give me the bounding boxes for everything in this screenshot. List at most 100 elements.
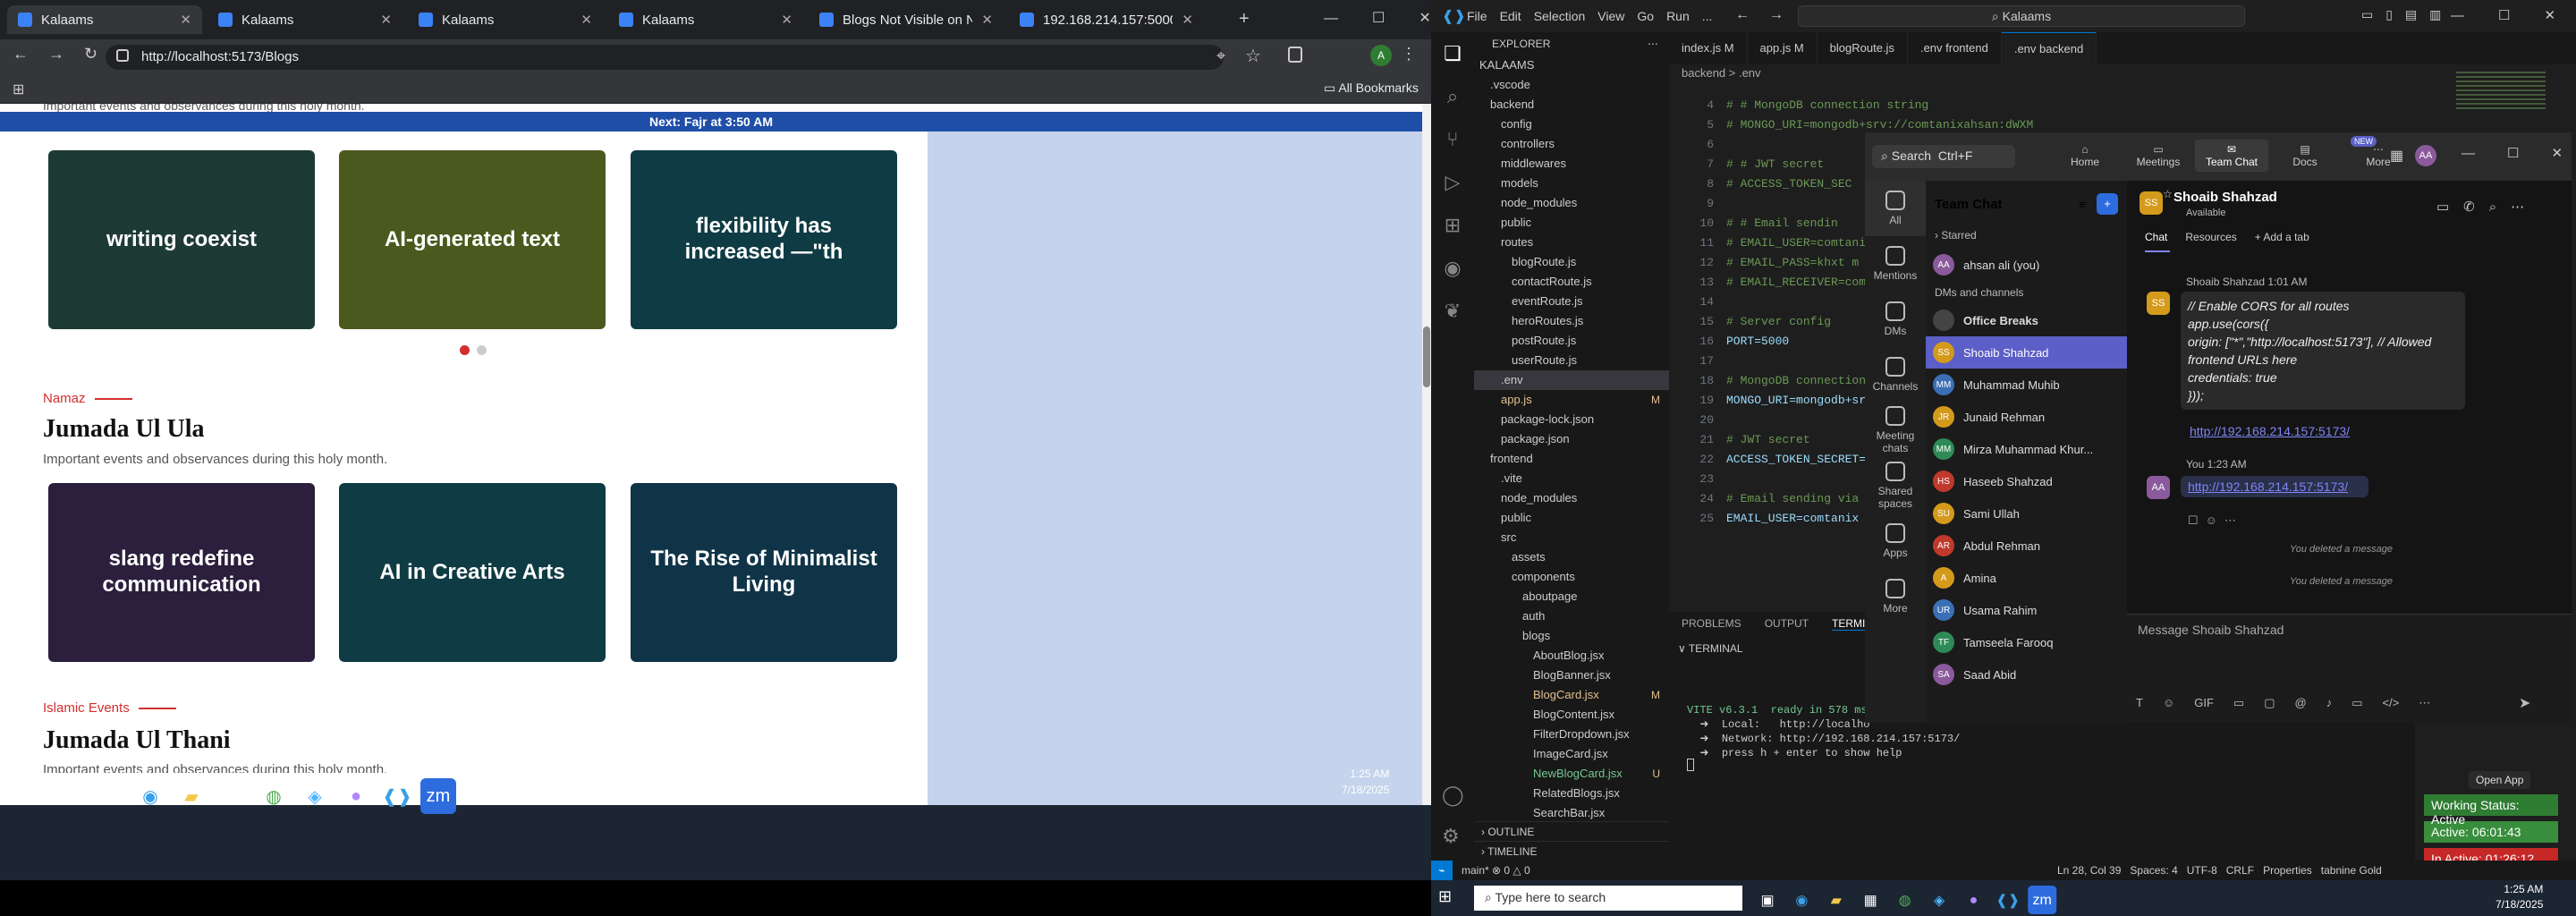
message-input[interactable]: Message Shoaib Shahzad — [2138, 623, 2558, 646]
tree-item[interactable]: KALAAMS — [1474, 55, 1669, 75]
apps-icon[interactable]: ▦ — [2390, 147, 2403, 165]
browser-tab[interactable]: Kalaams ✕ — [408, 5, 603, 34]
chrome-icon[interactable]: ◍ — [1891, 886, 1919, 914]
tree-item[interactable]: ImageCard.jsx — [1474, 744, 1669, 764]
my-avatar[interactable]: AA — [2415, 145, 2436, 166]
new-tab-icon[interactable]: + — [1239, 9, 1250, 30]
file-explorer-icon[interactable]: ▰ — [1822, 886, 1851, 914]
tree-item[interactable]: eventRoute.js — [1474, 292, 1669, 311]
outline-section[interactable]: › OUTLINE — [1474, 821, 1669, 841]
at-icon[interactable]: @ — [2295, 696, 2307, 710]
source-control-icon[interactable]: ⑂ — [1431, 118, 1474, 161]
profile-avatar[interactable]: A — [1370, 45, 1392, 66]
editor-tab[interactable]: .env frontend — [1908, 32, 2002, 64]
browser-tab[interactable]: Blogs Not Visible on Networ ✕ — [809, 5, 1004, 34]
tree-item[interactable]: heroRoutes.js — [1474, 311, 1669, 331]
tab-close-icon[interactable]: ✕ — [781, 12, 792, 28]
starred-header[interactable]: › Starred — [1926, 224, 2127, 247]
command-search[interactable]: ⌕ Kalaams — [1798, 5, 2245, 27]
mongodb-icon[interactable]: ❦ — [1431, 290, 1474, 333]
contact-row[interactable]: A Amina — [1926, 562, 2127, 594]
blog-card[interactable]: The Rise of Minimalist Living — [631, 483, 897, 662]
tree-item[interactable]: .vite — [1474, 469, 1669, 488]
editor-tab[interactable]: index.js M — [1669, 32, 1748, 64]
url-bar[interactable]: http://localhost:5173/Blogs — [106, 45, 1224, 70]
tree-item[interactable]: public — [1474, 508, 1669, 528]
extensions-icon[interactable]: ⊞ — [1431, 204, 1474, 247]
vscode-icon[interactable]: ❰❱ — [1994, 886, 2022, 914]
code-icon[interactable]: </> — [2383, 696, 2400, 710]
chat-tab[interactable]: + Add a tab — [2255, 231, 2309, 243]
task-view-icon[interactable]: ▣ — [91, 778, 127, 814]
github-icon[interactable]: ● — [338, 778, 374, 814]
editor-tab[interactable]: app.js M — [1748, 32, 1818, 64]
chat-tab[interactable]: Chat — [2145, 231, 2167, 243]
dms-header[interactable]: DMs and channels — [1926, 281, 2127, 304]
all-bookmarks-link[interactable]: ▭ All Bookmarks — [1324, 81, 1419, 96]
breadcrumb[interactable]: backend > .env — [1682, 66, 1761, 80]
tree-item[interactable]: assets — [1474, 547, 1669, 567]
remote-icon[interactable]: ⌁ — [1431, 861, 1453, 880]
contact-row[interactable]: MM Muhammad Muhib — [1926, 369, 2127, 401]
rail-mentions[interactable]: Mentions — [1865, 236, 1926, 292]
tab-close-icon[interactable]: ✕ — [180, 12, 191, 28]
tab-close-icon[interactable]: ✕ — [380, 12, 392, 28]
tree-item[interactable]: SearchBar.jsx — [1474, 803, 1669, 823]
top-nav-docs[interactable]: ▤ Docs — [2268, 140, 2342, 172]
tree-item[interactable]: blogs — [1474, 626, 1669, 646]
rail-apps[interactable]: Apps — [1865, 513, 1926, 569]
tree-item[interactable]: public — [1474, 213, 1669, 233]
menu-item[interactable]: Go — [1637, 9, 1654, 23]
taskbar-clock-2[interactable]: 1:25 AM 7/18/2025 — [2496, 882, 2543, 912]
tree-item[interactable]: node_modules — [1474, 488, 1669, 508]
explorer-more-icon[interactable]: ⋯ — [1648, 32, 1658, 55]
format-icon[interactable]: T — [2136, 696, 2143, 710]
blog-card[interactable]: slang redefine communication — [48, 483, 315, 662]
chat-tab[interactable]: Resources — [2185, 231, 2236, 243]
contact-row[interactable]: SA Saad Abid — [1926, 658, 2127, 691]
rail-meeting-chats[interactable]: Meeting chats — [1865, 403, 1926, 458]
tree-item[interactable]: blogRoute.js — [1474, 252, 1669, 272]
chrome-icon[interactable]: ◍ — [256, 778, 292, 814]
tree-item[interactable]: node_modules — [1474, 193, 1669, 213]
history-nav[interactable]: ←→ — [1735, 7, 1803, 23]
gif-icon[interactable]: GIF — [2194, 696, 2214, 710]
top-nav-home[interactable]: ⌂ Home — [2048, 140, 2122, 172]
zoom-icon[interactable]: zm — [420, 778, 456, 814]
tree-item[interactable]: AboutBlog.jsx — [1474, 646, 1669, 666]
search-icon[interactable]: ⌕ — [50, 778, 86, 814]
top-nav-meetings[interactable]: ▭ Meetings — [2122, 140, 2195, 172]
taskbar-search[interactable]: ⌕ Type here to search — [1474, 886, 1742, 911]
taskbar-clock[interactable]: 1:25 AM 7/18/2025 — [1342, 766, 1389, 798]
contact-row[interactable]: MM Mirza Muhammad Khur... — [1926, 433, 2127, 465]
zoom-icon[interactable]: zm — [2028, 886, 2057, 914]
tree-item[interactable]: .env — [1474, 370, 1669, 390]
contact-row[interactable]: AA ahsan ali (you) — [1926, 249, 2127, 281]
bookmark-star-icon[interactable]: ☆ — [1245, 45, 1261, 67]
tree-item[interactable]: package.json — [1474, 429, 1669, 449]
browser-tab[interactable]: Kalaams ✕ — [208, 5, 402, 34]
send-icon[interactable]: ➤ — [2519, 694, 2530, 712]
contact-row[interactable]: Office Breaks — [1926, 304, 2127, 336]
github-icon[interactable]: ● — [1959, 886, 1987, 914]
timeline-section[interactable]: › TIMELINE — [1474, 841, 1669, 861]
carousel-dot[interactable] — [477, 345, 487, 355]
message-link[interactable]: http://192.168.214.157:5173/ — [2190, 422, 2350, 441]
contact-row[interactable]: AR Abdul Rehman — [1926, 530, 2127, 562]
run-debug-icon[interactable]: ▷ — [1431, 161, 1474, 204]
rail-more[interactable]: More — [1865, 569, 1926, 624]
github-icon[interactable]: ◉ — [1431, 247, 1474, 290]
tree-item[interactable]: BlogCard.jsx M — [1474, 685, 1669, 705]
team-window-controls[interactable]: —☐✕ — [2462, 145, 2576, 161]
settings-gear-icon[interactable]: ⚙ — [1442, 825, 1460, 848]
message-actions[interactable]: ☐☺⋯ — [2188, 513, 2243, 528]
tree-item[interactable]: models — [1474, 174, 1669, 193]
tree-item[interactable]: auth — [1474, 606, 1669, 626]
window-controls[interactable]: —☐✕ — [1324, 9, 1431, 27]
panel-tab[interactable]: PROBLEMS — [1682, 617, 1741, 631]
tree-item[interactable]: postRoute.js — [1474, 331, 1669, 351]
status-left[interactable]: main* ⊗ 0 △ 0 — [1462, 864, 1530, 877]
file-explorer-icon[interactable]: ▰ — [174, 778, 209, 814]
blog-card[interactable]: AI in Creative Arts — [339, 483, 606, 662]
blog-card[interactable]: flexibility has increased —"th — [631, 150, 897, 329]
